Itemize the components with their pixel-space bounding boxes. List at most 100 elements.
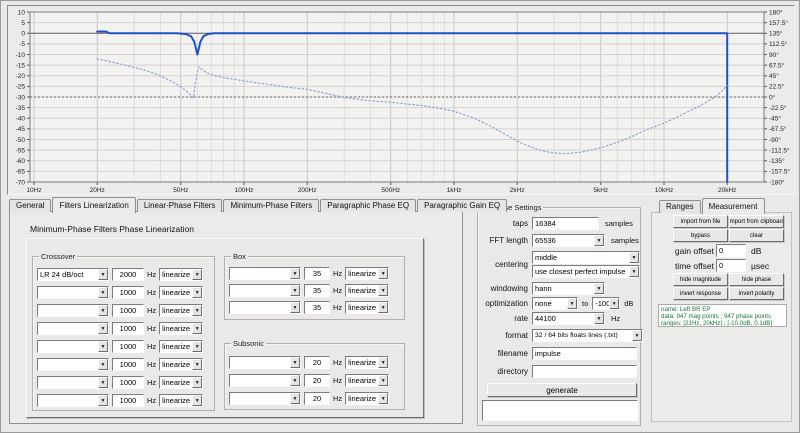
crossover-freq-input[interactable] (112, 286, 144, 299)
box-type-select[interactable]: ▼ (229, 301, 301, 314)
time-offset-input[interactable] (716, 259, 746, 272)
crossover-type-select[interactable]: ▼ (37, 394, 109, 407)
dropdown-arrow-icon: ▼ (567, 298, 577, 309)
svg-text:-22.5°: -22.5° (769, 104, 787, 112)
hide-magnitude-button[interactable]: hide magnitude (673, 273, 728, 286)
bypass-button[interactable]: bypass (673, 229, 728, 242)
format-select[interactable]: 32 / 64 bits floats lines (.txt)▼ (532, 329, 643, 342)
crossover-mode-select[interactable]: linearize▼ (159, 268, 203, 281)
rate-select[interactable]: 44100▼ (532, 312, 605, 325)
crossover-mode-select[interactable]: linearize▼ (159, 286, 203, 299)
filename-input[interactable] (532, 347, 637, 360)
crossover-type-select[interactable]: ▼ (37, 286, 109, 299)
dropdown-arrow-icon: ▼ (632, 330, 642, 341)
box-freq-input[interactable] (304, 267, 330, 280)
svg-text:-157.5°: -157.5° (769, 168, 790, 176)
crossover-freq-input[interactable] (112, 304, 144, 317)
optimization-select[interactable]: none▼ (532, 297, 578, 310)
crossover-type-select[interactable]: ▼ (37, 322, 109, 335)
measurement-tab-bar: RangesMeasurement (659, 198, 766, 213)
box-legend: Box (231, 252, 248, 261)
crossover-mode-select[interactable]: linearize▼ (159, 304, 203, 317)
tab-linear-phase-filters[interactable]: Linear-Phase Filters (137, 199, 223, 212)
directory-input[interactable] (532, 365, 637, 378)
crossover-type-select[interactable]: LR 24 dB/oct▼ (37, 268, 109, 281)
crossover-row: ▼Hzlinearize▼ (37, 394, 203, 407)
crossover-legend: Crossover (39, 252, 77, 261)
crossover-mode-select[interactable]: linearize▼ (159, 322, 203, 335)
fft-length-select[interactable]: 65536▼ (532, 234, 605, 247)
fft-length-row: FFT length 65536▼ samples (481, 234, 637, 247)
centering-impulse-select[interactable]: use closest perfect impulse▼ (532, 265, 640, 278)
tab-paragraphic-gain-eq[interactable]: Paragraphic Gain EQ (417, 199, 507, 212)
box-type-select[interactable]: ▼ (229, 284, 301, 297)
subsonic-row: ▼Hzlinearize▼ (229, 374, 389, 387)
optimization-threshold-select[interactable]: -100▼ (592, 297, 620, 310)
crossover-freq-input[interactable] (112, 394, 144, 407)
box-mode-select[interactable]: linearize▼ (345, 284, 389, 297)
measurement-info-line: data: 947 mag points ; 947 phase points (661, 313, 784, 320)
box-freq-input[interactable] (304, 284, 330, 297)
crossover-freq-input[interactable] (112, 358, 144, 371)
crossover-type-select[interactable]: ▼ (37, 376, 109, 389)
windowing-select[interactable]: hann▼ (532, 282, 605, 295)
dropdown-arrow-icon: ▼ (192, 323, 202, 334)
subsonic-type-select[interactable]: ▼ (229, 374, 301, 387)
taps-unit: samples (605, 219, 633, 228)
subsonic-mode-select[interactable]: linearize▼ (345, 374, 389, 387)
svg-text:-50: -50 (16, 137, 26, 144)
svg-text:-60: -60 (16, 158, 26, 165)
gain-offset-input[interactable] (716, 244, 746, 257)
crossover-freq-input[interactable] (112, 376, 144, 389)
subsonic-type-select[interactable]: ▼ (229, 356, 301, 369)
crossover-type-select[interactable]: ▼ (37, 304, 109, 317)
response-graph-panel: 1050-5-10-15-20-25-30-35-40-45-50-55-60-… (7, 5, 795, 195)
tab-filters-linearization[interactable]: Filters Linearization (52, 197, 135, 213)
import-from-file-button[interactable]: import from file (673, 215, 728, 228)
crossover-type-select[interactable]: ▼ (37, 340, 109, 353)
centering-position-select[interactable]: middle▼ (532, 251, 640, 264)
clear-button[interactable]: clear (729, 229, 784, 242)
hz-unit-label: Hz (333, 303, 342, 312)
crossover-freq-input[interactable] (112, 322, 144, 335)
svg-text:100Hz: 100Hz (235, 187, 254, 194)
hz-unit-label: Hz (333, 286, 342, 295)
invert-response-button[interactable]: invert response (673, 287, 728, 300)
generate-status-box[interactable] (482, 400, 638, 421)
box-mode-select[interactable]: linearize▼ (345, 301, 389, 314)
crossover-mode-select[interactable]: linearize▼ (159, 358, 203, 371)
box-freq-input[interactable] (304, 301, 330, 314)
taps-input[interactable] (532, 217, 599, 230)
box-mode-select[interactable]: linearize▼ (345, 267, 389, 280)
tab-measurement[interactable]: Measurement (702, 198, 765, 214)
subsonic-type-select[interactable]: ▼ (229, 392, 301, 405)
crossover-mode-select[interactable]: linearize▼ (159, 376, 203, 389)
crossover-mode-select[interactable]: linearize▼ (159, 340, 203, 353)
subsonic-mode-select[interactable]: linearize▼ (345, 356, 389, 369)
invert-polarity-button[interactable]: invert polarity (729, 287, 784, 300)
dropdown-arrow-icon: ▼ (98, 269, 108, 280)
subsonic-mode-select[interactable]: linearize▼ (345, 392, 389, 405)
box-type-select[interactable]: ▼ (229, 267, 301, 280)
crossover-row: ▼Hzlinearize▼ (37, 304, 203, 317)
svg-text:112.5°: 112.5° (769, 40, 788, 48)
svg-text:-65: -65 (16, 169, 26, 176)
crossover-type-select[interactable]: ▼ (37, 358, 109, 371)
import-from-clipboard-button[interactable]: import from clipboard (729, 215, 784, 228)
subsonic-freq-input[interactable] (304, 374, 330, 387)
crossover-mode-select[interactable]: linearize▼ (159, 394, 203, 407)
tab-paragraphic-phase-eq[interactable]: Paragraphic Phase EQ (320, 199, 416, 212)
tab-minimum-phase-filters[interactable]: Minimum-Phase Filters (223, 199, 319, 212)
tab-ranges[interactable]: Ranges (659, 200, 701, 213)
hide-phase-button[interactable]: hide phase (729, 273, 784, 286)
subsonic-freq-input[interactable] (304, 356, 330, 369)
tab-general[interactable]: General (9, 199, 51, 212)
dropdown-arrow-icon: ▼ (192, 377, 202, 388)
svg-text:135°: 135° (769, 30, 783, 38)
dropdown-arrow-icon: ▼ (98, 287, 108, 298)
crossover-freq-input[interactable] (112, 268, 144, 281)
crossover-freq-input[interactable] (112, 340, 144, 353)
generate-button[interactable]: generate (487, 383, 637, 397)
subsonic-freq-input[interactable] (304, 392, 330, 405)
svg-text:10: 10 (18, 9, 26, 16)
